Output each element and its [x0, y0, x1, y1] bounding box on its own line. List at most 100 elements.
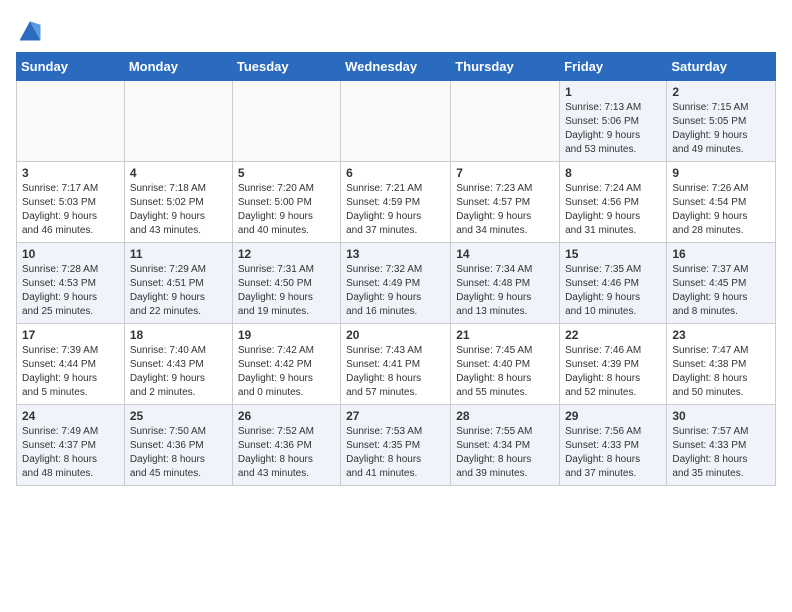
calendar-week-row: 17 Sunrise: 7:39 AM Sunset: 4:44 PM Dayli… [17, 324, 776, 405]
day-number: 10 [22, 247, 119, 261]
calendar-week-row: 1 Sunrise: 7:13 AM Sunset: 5:06 PM Daylig… [17, 81, 776, 162]
day-number: 27 [346, 409, 445, 423]
day-info: Sunrise: 7:57 AM Sunset: 4:33 PM Dayligh… [672, 426, 748, 479]
day-info: Sunrise: 7:31 AM Sunset: 4:50 PM Dayligh… [238, 264, 314, 317]
day-number: 9 [672, 166, 770, 180]
day-info: Sunrise: 7:43 AM Sunset: 4:41 PM Dayligh… [346, 345, 422, 398]
day-info: Sunrise: 7:23 AM Sunset: 4:57 PM Dayligh… [456, 183, 532, 236]
page-header [16, 16, 776, 44]
calendar-cell [232, 81, 340, 162]
calendar-cell: 26 Sunrise: 7:52 AM Sunset: 4:36 PM Dayli… [232, 405, 340, 486]
calendar-cell [17, 81, 125, 162]
weekday-header: Wednesday [341, 53, 451, 81]
calendar-cell: 19 Sunrise: 7:42 AM Sunset: 4:42 PM Dayli… [232, 324, 340, 405]
day-info: Sunrise: 7:28 AM Sunset: 4:53 PM Dayligh… [22, 264, 98, 317]
calendar-cell: 20 Sunrise: 7:43 AM Sunset: 4:41 PM Dayli… [341, 324, 451, 405]
day-number: 12 [238, 247, 335, 261]
day-info: Sunrise: 7:55 AM Sunset: 4:34 PM Dayligh… [456, 426, 532, 479]
day-number: 30 [672, 409, 770, 423]
day-info: Sunrise: 7:18 AM Sunset: 5:02 PM Dayligh… [130, 183, 206, 236]
calendar-cell: 12 Sunrise: 7:31 AM Sunset: 4:50 PM Dayli… [232, 243, 340, 324]
calendar-week-row: 10 Sunrise: 7:28 AM Sunset: 4:53 PM Dayli… [17, 243, 776, 324]
calendar-cell: 18 Sunrise: 7:40 AM Sunset: 4:43 PM Dayli… [124, 324, 232, 405]
calendar-cell: 28 Sunrise: 7:55 AM Sunset: 4:34 PM Dayli… [451, 405, 560, 486]
day-number: 1 [565, 85, 661, 99]
calendar-cell: 9Sunrise: 7:26 AM Sunset: 4:54 PM Daylig… [667, 162, 776, 243]
calendar-cell [451, 81, 560, 162]
day-number: 24 [22, 409, 119, 423]
day-info: Sunrise: 7:34 AM Sunset: 4:48 PM Dayligh… [456, 264, 532, 317]
day-info: Sunrise: 7:24 AM Sunset: 4:56 PM Dayligh… [565, 183, 641, 236]
day-number: 3 [22, 166, 119, 180]
calendar-cell: 10 Sunrise: 7:28 AM Sunset: 4:53 PM Dayli… [17, 243, 125, 324]
calendar-cell: 5 Sunrise: 7:20 AM Sunset: 5:00 PM Daylig… [232, 162, 340, 243]
day-number: 7 [456, 166, 554, 180]
day-info: Sunrise: 7:47 AM Sunset: 4:38 PM Dayligh… [672, 345, 748, 398]
day-info: Sunrise: 7:52 AM Sunset: 4:36 PM Dayligh… [238, 426, 314, 479]
day-info: Sunrise: 7:50 AM Sunset: 4:36 PM Dayligh… [130, 426, 206, 479]
weekday-header: Monday [124, 53, 232, 81]
calendar-cell: 2 Sunrise: 7:15 AM Sunset: 5:05 PM Daylig… [667, 81, 776, 162]
day-info: Sunrise: 7:56 AM Sunset: 4:33 PM Dayligh… [565, 426, 641, 479]
day-info: Sunrise: 7:39 AM Sunset: 4:44 PM Dayligh… [22, 345, 98, 398]
calendar-cell [124, 81, 232, 162]
day-number: 4 [130, 166, 227, 180]
weekday-header: Friday [560, 53, 667, 81]
day-number: 29 [565, 409, 661, 423]
day-number: 17 [22, 328, 119, 342]
logo-icon [16, 16, 44, 44]
day-number: 13 [346, 247, 445, 261]
weekday-header: Sunday [17, 53, 125, 81]
day-number: 5 [238, 166, 335, 180]
day-number: 6 [346, 166, 445, 180]
day-number: 22 [565, 328, 661, 342]
calendar-cell: 1 Sunrise: 7:13 AM Sunset: 5:06 PM Daylig… [560, 81, 667, 162]
day-number: 21 [456, 328, 554, 342]
day-number: 14 [456, 247, 554, 261]
day-info: Sunrise: 7:37 AM Sunset: 4:45 PM Dayligh… [672, 264, 748, 317]
calendar-cell: 24 Sunrise: 7:49 AM Sunset: 4:37 PM Dayli… [17, 405, 125, 486]
day-info: Sunrise: 7:42 AM Sunset: 4:42 PM Dayligh… [238, 345, 314, 398]
day-number: 16 [672, 247, 770, 261]
calendar-cell: 17 Sunrise: 7:39 AM Sunset: 4:44 PM Dayli… [17, 324, 125, 405]
calendar-cell: 4 Sunrise: 7:18 AM Sunset: 5:02 PM Daylig… [124, 162, 232, 243]
day-number: 25 [130, 409, 227, 423]
day-number: 18 [130, 328, 227, 342]
day-info: Sunrise: 7:21 AM Sunset: 4:59 PM Dayligh… [346, 183, 422, 236]
calendar-cell: 23Sunrise: 7:47 AM Sunset: 4:38 PM Dayli… [667, 324, 776, 405]
day-number: 20 [346, 328, 445, 342]
day-info: Sunrise: 7:17 AM Sunset: 5:03 PM Dayligh… [22, 183, 98, 236]
day-number: 28 [456, 409, 554, 423]
day-number: 26 [238, 409, 335, 423]
day-info: Sunrise: 7:13 AM Sunset: 5:06 PM Dayligh… [565, 102, 641, 155]
day-info: Sunrise: 7:32 AM Sunset: 4:49 PM Dayligh… [346, 264, 422, 317]
day-info: Sunrise: 7:46 AM Sunset: 4:39 PM Dayligh… [565, 345, 641, 398]
day-info: Sunrise: 7:20 AM Sunset: 5:00 PM Dayligh… [238, 183, 314, 236]
calendar-cell: 27 Sunrise: 7:53 AM Sunset: 4:35 PM Dayli… [341, 405, 451, 486]
day-info: Sunrise: 7:15 AM Sunset: 5:05 PM Dayligh… [672, 102, 748, 155]
day-number: 2 [672, 85, 770, 99]
calendar-cell: 13 Sunrise: 7:32 AM Sunset: 4:49 PM Dayli… [341, 243, 451, 324]
day-number: 11 [130, 247, 227, 261]
calendar-table: SundayMondayTuesdayWednesdayThursdayFrid… [16, 52, 776, 486]
day-number: 8 [565, 166, 661, 180]
calendar-header-row: SundayMondayTuesdayWednesdayThursdayFrid… [17, 53, 776, 81]
day-info: Sunrise: 7:53 AM Sunset: 4:35 PM Dayligh… [346, 426, 422, 479]
day-number: 19 [238, 328, 335, 342]
day-info: Sunrise: 7:49 AM Sunset: 4:37 PM Dayligh… [22, 426, 98, 479]
calendar-cell: 14 Sunrise: 7:34 AM Sunset: 4:48 PM Dayli… [451, 243, 560, 324]
calendar-week-row: 3 Sunrise: 7:17 AM Sunset: 5:03 PM Daylig… [17, 162, 776, 243]
calendar-cell: 7 Sunrise: 7:23 AM Sunset: 4:57 PM Daylig… [451, 162, 560, 243]
day-info: Sunrise: 7:40 AM Sunset: 4:43 PM Dayligh… [130, 345, 206, 398]
calendar-cell: 8 Sunrise: 7:24 AM Sunset: 4:56 PM Daylig… [560, 162, 667, 243]
calendar-cell: 22 Sunrise: 7:46 AM Sunset: 4:39 PM Dayli… [560, 324, 667, 405]
weekday-header: Saturday [667, 53, 776, 81]
calendar-cell: 15 Sunrise: 7:35 AM Sunset: 4:46 PM Dayli… [560, 243, 667, 324]
weekday-header: Thursday [451, 53, 560, 81]
weekday-header: Tuesday [232, 53, 340, 81]
logo [16, 16, 46, 44]
calendar-cell: 6 Sunrise: 7:21 AM Sunset: 4:59 PM Daylig… [341, 162, 451, 243]
day-number: 15 [565, 247, 661, 261]
day-info: Sunrise: 7:35 AM Sunset: 4:46 PM Dayligh… [565, 264, 641, 317]
calendar-week-row: 24 Sunrise: 7:49 AM Sunset: 4:37 PM Dayli… [17, 405, 776, 486]
